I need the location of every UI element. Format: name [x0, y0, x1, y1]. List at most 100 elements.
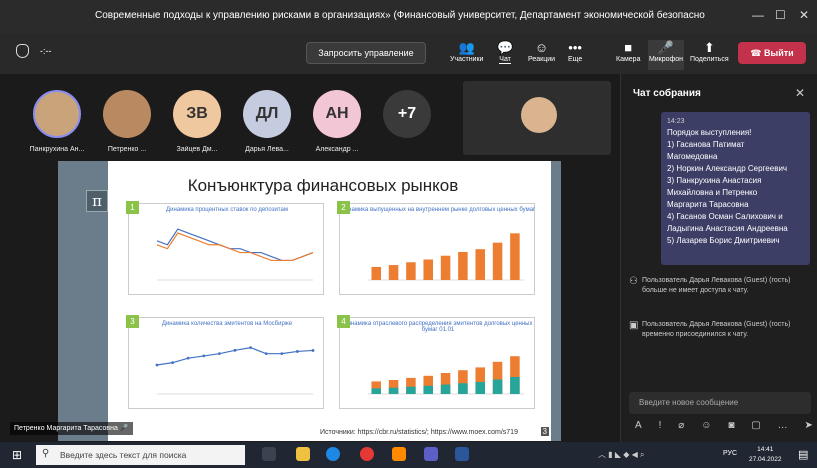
chrome-icon[interactable] — [360, 447, 374, 461]
participant-row: Панкрухина Ан... Петренко ... ЗВ Зайцев Дм.… — [0, 82, 460, 153]
gif-icon[interactable]: ◙ — [728, 420, 734, 431]
data-point — [171, 361, 174, 365]
chart-svg — [368, 233, 524, 281]
participant-name: Панкрухина Ан... — [29, 146, 85, 153]
language-indicator[interactable]: РУС — [723, 450, 737, 457]
guest-icon: ▣ — [629, 320, 639, 331]
search-icon: ⚲ — [42, 448, 50, 459]
bar — [458, 252, 468, 280]
tray-icons[interactable]: ︿ ▮ ◣ ◆ ◀ ⌕ — [598, 449, 644, 460]
widgets-icon[interactable] — [296, 447, 310, 461]
chart-panel: Динамика выпущенных на внутреннем рынке … — [337, 201, 535, 295]
taskbar-search[interactable]: Введите здесь текст для поиска — [36, 445, 245, 465]
bar-segment — [388, 387, 399, 394]
message-line: Ладыгина Анастасия Андреевна — [667, 224, 788, 233]
phone-icon: ☎ — [750, 48, 765, 58]
microphone-button[interactable]: 🎤 Микрофон — [648, 40, 684, 70]
message-line: 3) Панкрухина Анастасия — [667, 176, 762, 185]
format-icon[interactable]: A — [635, 420, 642, 431]
send-icon[interactable]: ➤ — [805, 420, 813, 431]
task-view-icon[interactable] — [262, 447, 276, 461]
bar-segment — [475, 382, 485, 394]
more-button[interactable]: ••• Еще — [568, 40, 582, 70]
people-icon: 👥 — [458, 40, 475, 55]
bar-segment — [371, 388, 381, 394]
chart-svg — [155, 346, 315, 395]
message-line: 1) Гасанова Патимат — [667, 140, 745, 149]
clock[interactable]: 14:41 27.04.2022 — [749, 445, 782, 465]
notification-icon[interactable]: ▤ — [798, 448, 808, 461]
taskbar: ⊞ Введите здесь текст для поиска ⚲ ︿ ▮ ◣… — [0, 442, 817, 468]
camera-button[interactable]: ■ Камера — [616, 40, 640, 70]
avatar — [33, 90, 81, 138]
more-icon: ••• — [568, 40, 582, 55]
message-line: 4) Гасанов Осман Салихович и — [667, 212, 783, 221]
slide-source: Источники: https://cbr.ru/statistics/; h… — [320, 429, 518, 436]
participant-name: Зайцев Дм... — [176, 146, 218, 153]
meeting-timer: -:-- — [40, 46, 52, 56]
avatar: ЗВ — [173, 90, 221, 138]
sticker-icon[interactable]: ▢ — [751, 420, 760, 431]
minimize-button[interactable]: — — [752, 8, 764, 22]
edge-icon[interactable] — [326, 447, 340, 461]
reaction-icon: ☺ — [534, 40, 549, 55]
avatar: ДЛ — [243, 90, 291, 138]
participant[interactable]: ЗВ Зайцев Дм... — [162, 90, 232, 153]
slide-page-number: 3 — [540, 427, 549, 436]
participant[interactable]: АН Александр ... — [302, 90, 372, 153]
bar — [406, 262, 416, 280]
avatar: +7 — [383, 90, 431, 138]
priority-icon[interactable]: ! — [659, 420, 662, 431]
window-titlebar: Современные подходы к управлению рисками… — [0, 0, 817, 34]
maximize-button[interactable]: ☐ — [775, 8, 786, 22]
shield-icon — [16, 44, 29, 58]
camera-off-icon: ■ — [624, 40, 633, 55]
app-icon[interactable] — [392, 447, 406, 461]
participant[interactable]: ДЛ Дарья Лева... — [232, 90, 302, 153]
word-icon[interactable] — [455, 447, 469, 461]
slide-right-strip — [551, 161, 561, 441]
chat-input[interactable]: Введите новое сообщение — [629, 392, 811, 414]
chart-panel: Динамика отраслевого распределения эмите… — [337, 315, 535, 409]
participants-button[interactable]: 👥 Участники — [450, 40, 483, 70]
series-line — [156, 232, 314, 262]
data-point — [249, 346, 252, 350]
share-button[interactable]: ⬆ Поделиться — [690, 40, 729, 70]
bar-segment — [440, 384, 451, 394]
attach-icon[interactable]: ⌀ — [678, 420, 684, 431]
leave-button[interactable]: ☎ Выйти — [738, 42, 806, 64]
bar — [510, 233, 520, 280]
chat-panel: Чат собрания ✕ 14:23 Порядок выступления… — [620, 74, 817, 442]
close-chat-button[interactable]: ✕ — [795, 86, 805, 100]
message-line: Магомедовна — [667, 152, 718, 161]
data-point — [296, 350, 299, 353]
data-point — [218, 352, 221, 356]
more-icon[interactable]: … — [778, 420, 788, 431]
chart-svg — [156, 228, 314, 281]
person-leave-icon: ⚇ — [629, 276, 638, 287]
data-point — [155, 363, 159, 367]
close-window-button[interactable]: ✕ — [799, 8, 809, 22]
participant[interactable]: Панкрухина Ан... — [22, 90, 92, 153]
reactions-button[interactable]: ☺ Реакции — [528, 40, 555, 70]
chat-button[interactable]: 💬 Чат — [497, 40, 513, 70]
teams-icon[interactable] — [424, 447, 438, 461]
avatar: АН — [313, 90, 361, 138]
participant[interactable]: Петренко ... — [92, 90, 162, 153]
emoji-icon[interactable]: ☺ — [701, 420, 711, 431]
participant-name: Александр ... — [315, 146, 359, 153]
avatar — [521, 97, 557, 133]
bar — [423, 259, 433, 280]
share-icon: ⬆ — [703, 40, 715, 55]
request-control-button[interactable]: Запросить управление — [306, 42, 426, 64]
participant[interactable]: +7 — [372, 90, 442, 146]
system-message: ▣ Пользователь Дарья Левакова (Guest) (го… — [629, 320, 791, 338]
mic-off-icon: 🎤 — [119, 425, 129, 432]
video-tile — [463, 81, 611, 155]
chart-panel: Динамика количества эмитентов на Мосбирж… — [126, 315, 324, 409]
participant-name: Дарья Лева... — [245, 146, 289, 153]
windows-start-icon[interactable]: ⊞ — [12, 448, 22, 462]
message-time: 14:23 — [667, 118, 685, 125]
chart-svg — [368, 356, 524, 395]
meeting-toolbar: -:-- Запросить управление 👥 Участники 💬 Ча… — [0, 34, 817, 74]
